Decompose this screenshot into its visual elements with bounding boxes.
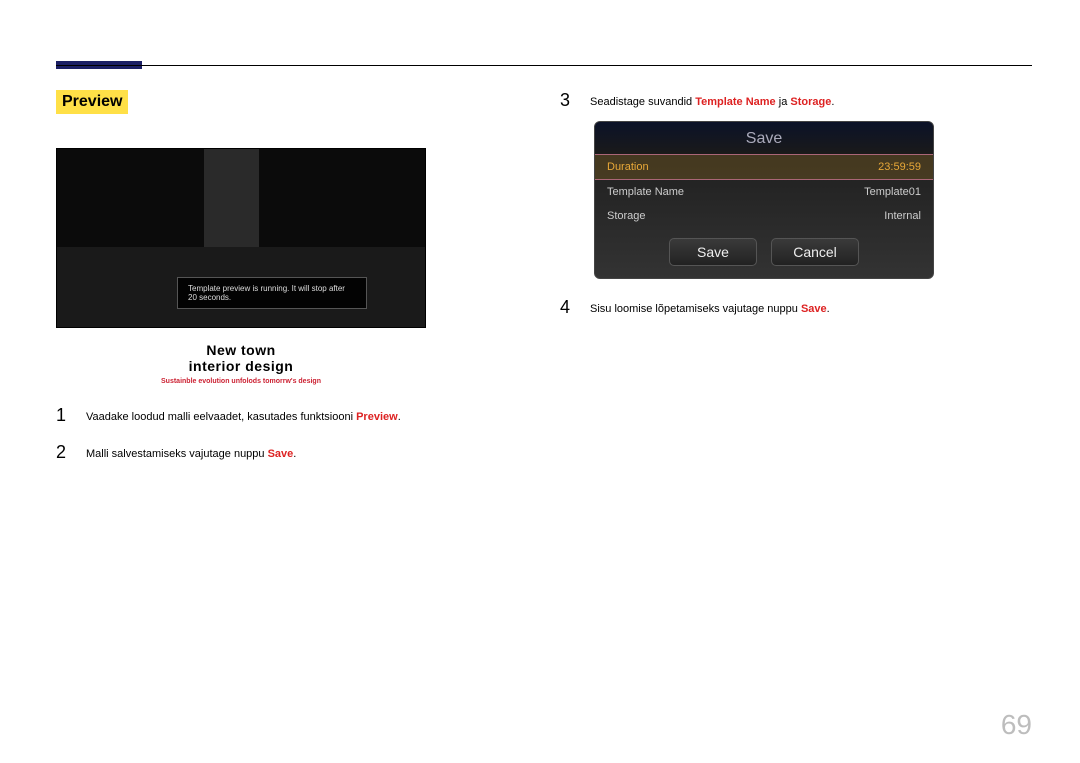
save-dialog-buttons: Save Cancel: [595, 228, 933, 278]
step-3: 3 Seadistage suvandid Template Name ja S…: [560, 90, 1032, 111]
step-text-mid: ja: [776, 96, 791, 108]
step-text-highlight: Save: [268, 448, 294, 460]
content-columns: Preview Template preview is running. It …: [56, 90, 1032, 479]
save-row-key: Template Name: [607, 186, 684, 198]
step-text-pre: Sisu loomise lõpetamiseks vajutage nuppu: [590, 303, 801, 315]
save-row-duration[interactable]: Duration 23:59:59: [595, 154, 933, 180]
preview-caption: New town interior design Sustainble evol…: [56, 342, 426, 385]
save-dialog-title: Save: [595, 122, 933, 154]
save-row-value: 23:59:59: [878, 161, 921, 173]
step-text-pre: Malli salvestamiseks vajutage nuppu: [86, 448, 268, 460]
right-column: 3 Seadistage suvandid Template Name ja S…: [560, 90, 1032, 479]
preview-caption-line1: New town: [56, 342, 426, 358]
cancel-button[interactable]: Cancel: [771, 238, 859, 266]
save-row-key: Duration: [607, 161, 649, 173]
step-text-post: .: [827, 303, 830, 315]
page-number: 69: [1001, 709, 1032, 741]
step-2: 2 Malli salvestamiseks vajutage nuppu Sa…: [56, 442, 528, 463]
save-row-storage[interactable]: Storage Internal: [595, 204, 933, 228]
left-column: Preview Template preview is running. It …: [56, 90, 528, 479]
save-row-value: Template01: [864, 186, 921, 198]
preview-tooltip: Template preview is running. It will sto…: [177, 277, 367, 309]
step-text: Malli salvestamiseks vajutage nuppu Save…: [86, 442, 296, 463]
step-text-highlight-2: Storage: [790, 96, 831, 108]
step-4: 4 Sisu loomise lõpetamiseks vajutage nup…: [560, 297, 1032, 318]
horizontal-rule: [56, 65, 1032, 66]
preview-caption-sub: Sustainble evolution unfolods tomorrw's …: [56, 378, 426, 385]
step-number: 1: [56, 405, 72, 426]
step-text: Sisu loomise lõpetamiseks vajutage nuppu…: [590, 297, 830, 318]
step-text-pre: Seadistage suvandid: [590, 96, 695, 108]
step-1: 1 Vaadake loodud malli eelvaadet, kasuta…: [56, 405, 528, 426]
step-text-pre: Vaadake loodud malli eelvaadet, kasutade…: [86, 411, 356, 423]
step-number: 2: [56, 442, 72, 463]
step-text: Seadistage suvandid Template Name ja Sto…: [590, 90, 834, 111]
step-text-highlight: Template Name: [695, 96, 776, 108]
monitor-light-area: [204, 149, 259, 247]
section-title: Preview: [56, 90, 128, 114]
step-text: Vaadake loodud malli eelvaadet, kasutade…: [86, 405, 401, 426]
save-button[interactable]: Save: [669, 238, 757, 266]
save-row-template-name[interactable]: Template Name Template01: [595, 180, 933, 204]
step-text-highlight: Preview: [356, 411, 398, 423]
preview-monitor: Template preview is running. It will sto…: [56, 148, 426, 328]
left-steps: 1 Vaadake loodud malli eelvaadet, kasuta…: [56, 405, 528, 463]
step-text-post: .: [831, 96, 834, 108]
save-row-key: Storage: [607, 210, 646, 222]
step-text-post: .: [293, 448, 296, 460]
save-dialog: Save Duration 23:59:59 Template Name Tem…: [594, 121, 934, 279]
step-number: 3: [560, 90, 576, 111]
step-number: 4: [560, 297, 576, 318]
preview-caption-line2: interior design: [56, 358, 426, 374]
save-row-value: Internal: [884, 210, 921, 222]
page: Preview Template preview is running. It …: [0, 0, 1080, 763]
step-text-post: .: [398, 411, 401, 423]
step-text-highlight: Save: [801, 303, 827, 315]
